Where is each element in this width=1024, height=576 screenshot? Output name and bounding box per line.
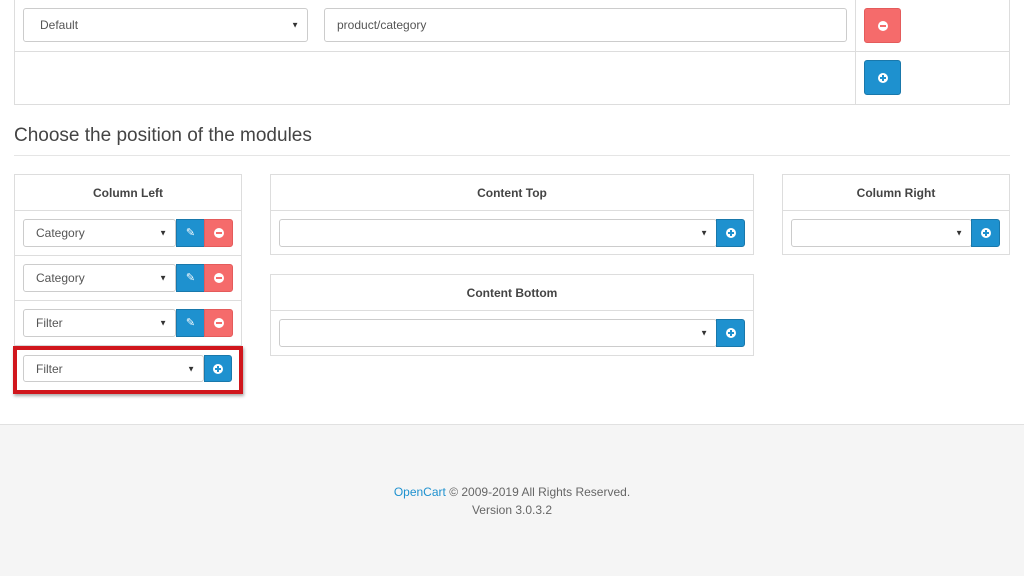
pencil-icon: ✎ bbox=[185, 226, 196, 239]
caret-down-icon: ▼ bbox=[159, 273, 167, 283]
module-select-value: Filter bbox=[36, 316, 63, 330]
opencart-link[interactable]: OpenCart bbox=[394, 485, 446, 499]
caret-down-icon: ▼ bbox=[159, 228, 167, 238]
column-left-module-select[interactable]: Category ▼ bbox=[23, 219, 176, 247]
route-input-value: product/category bbox=[337, 18, 427, 32]
add-route-button[interactable] bbox=[864, 60, 901, 95]
content-top-select[interactable]: ▼ bbox=[279, 219, 717, 247]
table-divider bbox=[855, 0, 856, 105]
column-right-select[interactable]: ▼ bbox=[791, 219, 972, 247]
caret-down-icon: ▼ bbox=[700, 328, 708, 338]
content-top-title: Content Top bbox=[271, 175, 753, 211]
remove-module-button[interactable] bbox=[204, 219, 233, 247]
row-divider bbox=[15, 300, 241, 301]
store-select-value: Default bbox=[40, 18, 79, 32]
module-select-value: Category bbox=[36, 271, 85, 285]
plus-circle-icon bbox=[877, 72, 888, 83]
minus-circle-icon bbox=[213, 228, 224, 238]
column-left-module-select[interactable]: Filter ▼ bbox=[23, 309, 176, 337]
pencil-icon: ✎ bbox=[185, 316, 196, 329]
content-bottom-add-button[interactable] bbox=[716, 319, 745, 347]
section-heading: Choose the position of the modules bbox=[14, 125, 312, 146]
module-select-value: Category bbox=[36, 226, 85, 240]
remove-module-button[interactable] bbox=[204, 264, 233, 292]
table-divider bbox=[14, 51, 1010, 52]
caret-down-icon: ▼ bbox=[291, 20, 299, 30]
route-input[interactable]: product/category bbox=[324, 8, 847, 42]
caret-down-icon: ▼ bbox=[700, 228, 708, 238]
footer-version: Version 3.0.3.2 bbox=[471, 503, 553, 517]
footer bbox=[0, 424, 1024, 576]
minus-circle-icon bbox=[877, 20, 888, 31]
store-select[interactable]: Default ▼ bbox=[23, 8, 308, 42]
content-bottom-select[interactable]: ▼ bbox=[279, 319, 717, 347]
column-right-title: Column Right bbox=[783, 175, 1009, 211]
row-divider bbox=[15, 255, 241, 256]
column-left-title: Column Left bbox=[15, 175, 241, 211]
edit-module-button[interactable]: ✎ bbox=[176, 309, 205, 337]
plus-circle-icon bbox=[725, 328, 736, 338]
highlight-box bbox=[13, 346, 243, 394]
plus-circle-icon bbox=[725, 228, 736, 238]
footer-copyright: OpenCart © 2009-2019 All Rights Reserved… bbox=[0, 485, 1024, 499]
column-left-module-select[interactable]: Category ▼ bbox=[23, 264, 176, 292]
remove-module-button[interactable] bbox=[204, 309, 233, 337]
caret-down-icon: ▼ bbox=[159, 318, 167, 328]
heading-divider bbox=[14, 155, 1010, 156]
pencil-icon: ✎ bbox=[185, 271, 196, 284]
minus-circle-icon bbox=[213, 273, 224, 283]
content-bottom-title: Content Bottom bbox=[271, 275, 753, 311]
caret-down-icon: ▼ bbox=[955, 228, 963, 238]
minus-circle-icon bbox=[213, 318, 224, 328]
edit-module-button[interactable]: ✎ bbox=[176, 219, 205, 247]
remove-route-button[interactable] bbox=[864, 8, 901, 43]
content-top-add-button[interactable] bbox=[716, 219, 745, 247]
plus-circle-icon bbox=[980, 228, 991, 238]
edit-module-button[interactable]: ✎ bbox=[176, 264, 205, 292]
copyright-text: © 2009-2019 All Rights Reserved. bbox=[449, 485, 631, 499]
column-right-add-button[interactable] bbox=[971, 219, 1000, 247]
